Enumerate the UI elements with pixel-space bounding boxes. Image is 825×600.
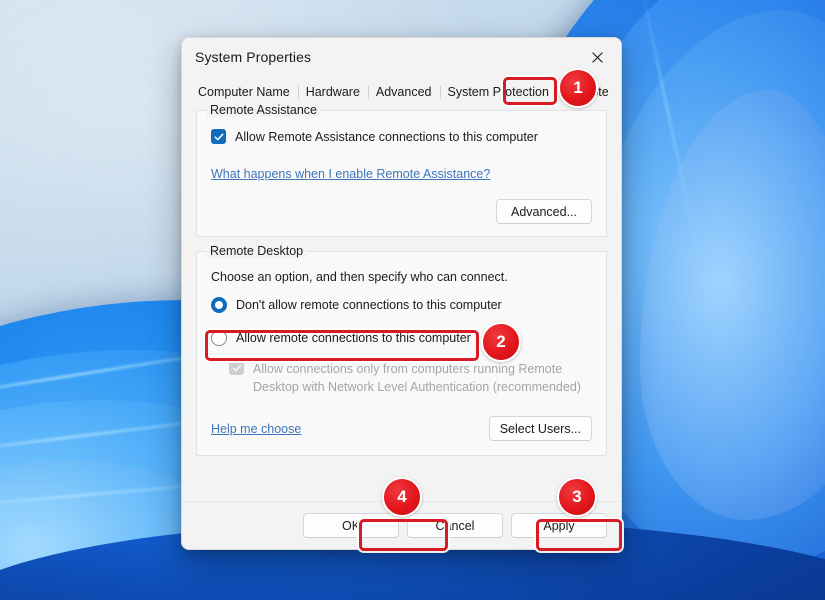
dont-allow-remote-radio[interactable] [211, 297, 227, 313]
allow-remote-row[interactable]: Allow remote connections to this compute… [211, 330, 592, 346]
cancel-button[interactable]: Cancel [407, 513, 503, 538]
remote-assistance-button-row: Advanced... [211, 199, 592, 224]
tab-computer-name[interactable]: Computer Name [190, 83, 298, 102]
nla-checkbox [229, 360, 244, 375]
tab-system-protection[interactable]: System Protection [439, 83, 557, 102]
apply-button[interactable]: Apply [511, 513, 607, 538]
tab-strip: Computer Name Hardware Advanced System P… [182, 76, 621, 102]
annotation-badge-3: 3 [557, 477, 597, 517]
what-happens-link[interactable]: What happens when I enable Remote Assist… [211, 167, 490, 181]
allow-remote-assistance-label: Allow Remote Assistance connections to t… [235, 130, 538, 144]
title-bar: System Properties [182, 38, 621, 76]
remote-assistance-group: Remote Assistance Allow Remote Assistanc… [196, 103, 607, 237]
remote-desktop-footer-row: Help me choose Select Users... [211, 416, 592, 441]
nla-label: Allow connections only from computers ru… [253, 360, 581, 396]
annotation-badge-4: 4 [382, 477, 422, 517]
ok-button[interactable]: OK [303, 513, 399, 538]
allow-remote-radio[interactable] [211, 330, 227, 346]
help-me-choose-link[interactable]: Help me choose [211, 422, 301, 436]
dialog-content: Remote Assistance Allow Remote Assistanc… [182, 102, 621, 456]
select-users-button[interactable]: Select Users... [488, 416, 592, 441]
annotation-badge-1: 1 [558, 68, 598, 108]
tab-advanced[interactable]: Advanced [367, 83, 440, 102]
remote-desktop-legend: Remote Desktop [206, 244, 308, 258]
allow-remote-label: Allow remote connections to this compute… [236, 331, 471, 345]
dont-allow-remote-row[interactable]: Don't allow remote connections to this c… [211, 297, 592, 313]
remote-assistance-link-row: What happens when I enable Remote Assist… [211, 165, 592, 183]
system-properties-dialog: System Properties Computer Name Hardware… [181, 37, 622, 550]
window-title: System Properties [195, 49, 312, 65]
nla-checkbox-row: Allow connections only from computers ru… [229, 360, 592, 396]
advanced-button[interactable]: Advanced... [496, 199, 592, 224]
allow-remote-assistance-checkbox[interactable] [211, 129, 226, 144]
allow-remote-assistance-row[interactable]: Allow Remote Assistance connections to t… [211, 129, 592, 145]
remote-desktop-group: Remote Desktop Choose an option, and the… [196, 244, 607, 456]
annotation-badge-2: 2 [481, 322, 521, 362]
dont-allow-remote-label: Don't allow remote connections to this c… [236, 298, 502, 312]
remote-assistance-legend: Remote Assistance [206, 103, 321, 117]
remote-desktop-hint: Choose an option, and then specify who c… [211, 270, 508, 284]
nla-label-line1: Allow connections only from computers ru… [253, 362, 563, 376]
nla-label-line2: Desktop with Network Level Authenticatio… [253, 380, 581, 394]
tab-hardware[interactable]: Hardware [297, 83, 368, 102]
